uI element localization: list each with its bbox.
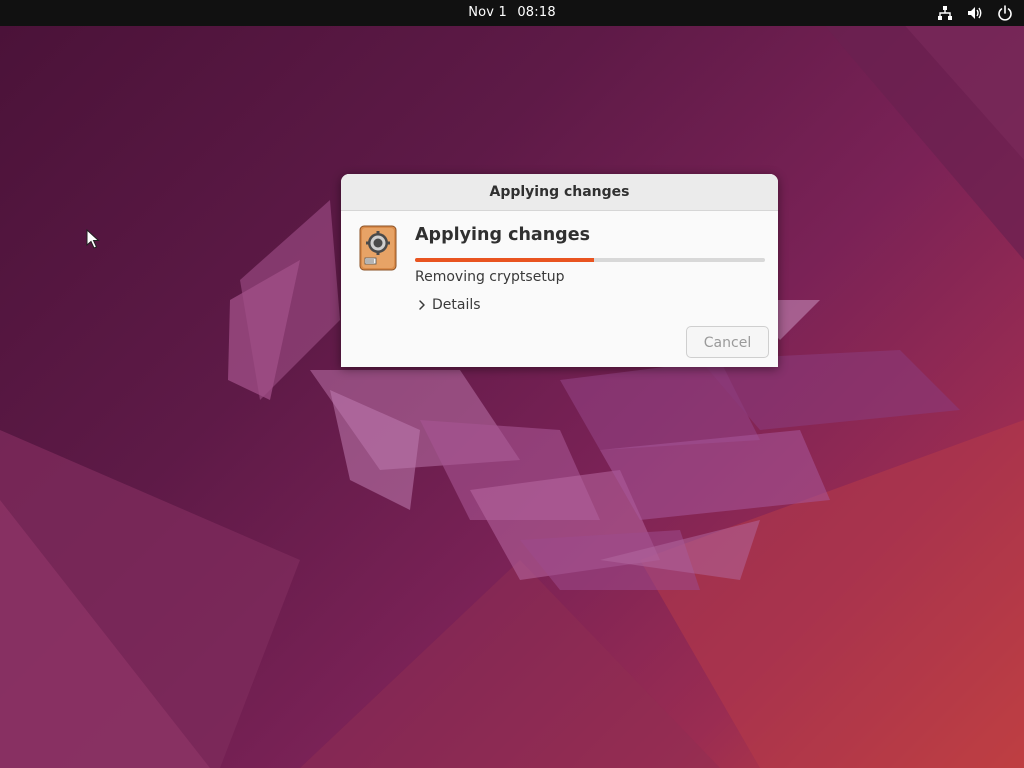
network-icon[interactable] (936, 4, 954, 22)
software-package-icon (359, 225, 397, 271)
cancel-button[interactable]: Cancel (686, 326, 769, 358)
mouse-pointer-icon (86, 229, 100, 249)
dialog-heading: Applying changes (415, 225, 590, 245)
desktop: Nov 1 08:18 Applying changes Applying ch… (0, 0, 1024, 768)
volume-icon[interactable] (966, 4, 984, 22)
chevron-right-icon (419, 300, 425, 310)
clock[interactable]: Nov 1 08:18 (0, 5, 1024, 20)
progress-status-text: Removing cryptsetup (415, 269, 565, 285)
details-label: Details (432, 297, 481, 313)
dialog-titlebar[interactable]: Applying changes (341, 174, 778, 211)
progress-bar (415, 258, 765, 262)
top-bar: Nov 1 08:18 (0, 0, 1024, 26)
progress-bar-fill (415, 258, 594, 262)
details-expander[interactable]: Details (417, 297, 481, 313)
clock-time: 08:18 (517, 5, 556, 20)
wallpaper (0, 20, 1024, 768)
system-tray[interactable] (936, 4, 1014, 22)
applying-changes-dialog: Applying changes Applying changes Removi… (341, 174, 778, 367)
clock-date: Nov 1 (468, 5, 507, 20)
dialog-window-title: Applying changes (489, 184, 630, 200)
power-icon[interactable] (996, 4, 1014, 22)
